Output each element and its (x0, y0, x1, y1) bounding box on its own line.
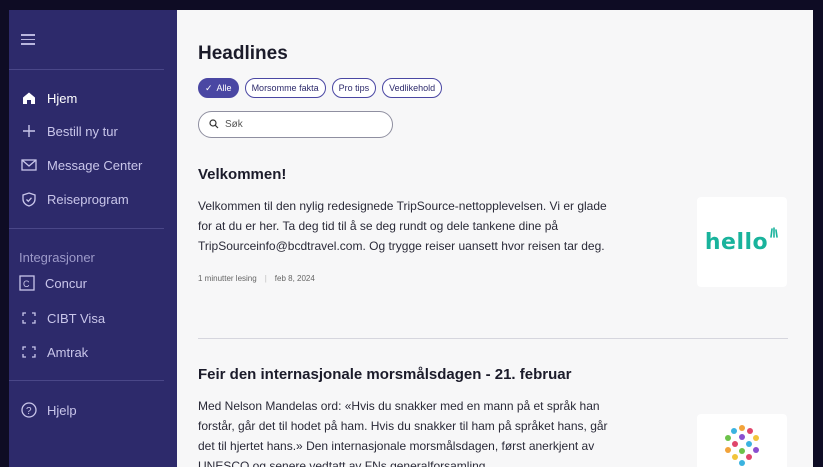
home-icon (21, 90, 37, 106)
chip-all[interactable]: ✓ Alle (198, 78, 239, 98)
wave-icon (769, 226, 779, 244)
people-circle-icon (725, 425, 759, 466)
main-content: Headlines ✓ Alle Morsomme fakta Pro tips… (177, 10, 813, 467)
svg-text:?: ? (26, 406, 32, 417)
chip-label: Morsomme fakta (251, 83, 319, 93)
sidebar-divider (9, 69, 164, 70)
chip-label: Alle (216, 83, 232, 93)
sidebar-item-help[interactable]: ? Hjelp (21, 399, 77, 421)
chip-maintenance[interactable]: Vedlikehold (382, 78, 443, 98)
sidebar-item-home[interactable]: Hjem (21, 87, 77, 109)
bracket-icon (21, 344, 37, 360)
help-icon: ? (21, 402, 37, 418)
article-date: feb 8, 2024 (274, 274, 315, 283)
check-icon: ✓ (205, 82, 213, 93)
search-input[interactable] (225, 119, 375, 130)
sidebar-item-cibt-visa[interactable]: CIBT Visa (21, 307, 105, 329)
sidebar-item-label: Hjelp (47, 402, 77, 418)
integrations-heading: Integrasjoner (19, 250, 95, 265)
article-body: Med Nelson Mandelas ord: «Hvis du snakke… (198, 399, 608, 467)
menu-icon[interactable] (21, 34, 35, 45)
sidebar-divider (9, 380, 164, 381)
sidebar-item-label: Reiseprogram (47, 191, 129, 207)
sidebar-item-new-trip[interactable]: Bestill ny tur (21, 120, 118, 142)
sidebar-item-label: CIBT Visa (47, 310, 106, 326)
sidebar-item-label: Amtrak (47, 344, 89, 360)
meta-separator: | (264, 274, 267, 283)
page-title: Headlines (198, 43, 288, 64)
article-title[interactable]: Velkommen! (198, 166, 788, 183)
sidebar-item-label: Hjem (47, 90, 78, 106)
filter-chips: ✓ Alle Morsomme fakta Pro tips Vedlikeho… (198, 78, 443, 98)
bracket-icon (21, 310, 37, 326)
sidebar-item-label: Message Center (47, 157, 143, 173)
search-box (198, 111, 393, 138)
read-time: 1 minutter lesing (198, 274, 257, 283)
shield-icon (21, 191, 37, 207)
sidebar-item-message-center[interactable]: Message Center (21, 154, 142, 176)
sidebar-item-itinerary[interactable]: Reiseprogram (21, 188, 129, 210)
article-divider (198, 338, 788, 339)
sidebar-item-label: Concur (45, 275, 87, 291)
plus-icon (21, 123, 37, 139)
sidebar-item-amtrak[interactable]: Amtrak (21, 341, 88, 363)
sidebar-item-label: Bestill ny tur (47, 123, 118, 139)
article-thumbnail[interactable]: hello (697, 197, 787, 287)
sidebar: Hjem Bestill ny tur Message Center Reise… (9, 10, 177, 467)
article-thumbnail[interactable] (697, 414, 787, 467)
article-title[interactable]: Feir den internasjonale morsmålsdagen - … (198, 366, 788, 383)
chip-pro-tips[interactable]: Pro tips (331, 78, 377, 98)
sidebar-item-concur[interactable]: C Concur (19, 272, 87, 294)
chip-fun-facts[interactable]: Morsomme fakta (244, 78, 326, 98)
svg-text:C: C (23, 279, 30, 289)
sidebar-divider (9, 228, 164, 229)
article-body: Velkommen til den nylig redesignede Trip… (198, 199, 607, 253)
concur-icon: C (19, 275, 35, 291)
chip-label: Vedlikehold (389, 83, 436, 93)
search-icon (209, 116, 219, 134)
hello-logo: hello (704, 229, 769, 255)
chip-label: Pro tips (338, 83, 370, 93)
mail-icon (21, 157, 37, 173)
